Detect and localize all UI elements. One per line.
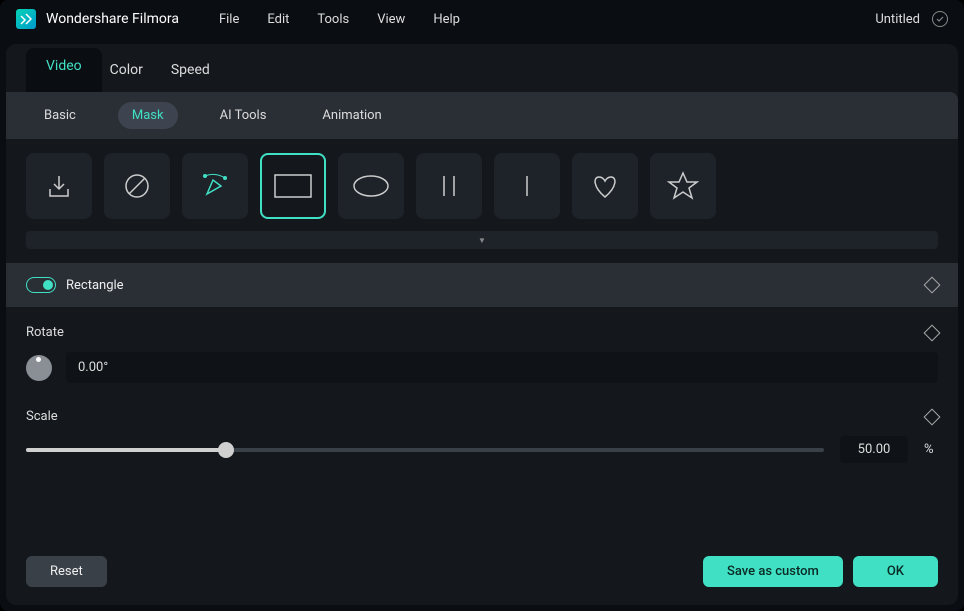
double-line-icon	[434, 171, 464, 201]
subtab-basic[interactable]: Basic	[30, 102, 90, 129]
shape-picker	[6, 139, 958, 227]
footer: Reset Save as custom OK	[6, 542, 958, 605]
scale-unit: %	[924, 442, 938, 457]
content-area: ▼ Rectangle Rotate 0.00° Sca	[6, 139, 958, 542]
mask-section-header: Rectangle	[6, 263, 958, 307]
menu-tools[interactable]: Tools	[317, 12, 349, 27]
import-icon	[44, 171, 74, 201]
document-title: Untitled	[875, 12, 920, 27]
tab-video[interactable]: Video	[26, 48, 102, 92]
shape-heart[interactable]	[572, 153, 638, 219]
shape-none[interactable]	[104, 153, 170, 219]
ellipse-icon	[351, 173, 391, 199]
subtab-ai-tools[interactable]: AI Tools	[206, 102, 281, 129]
app-logo-icon	[16, 9, 36, 29]
subtab-mask[interactable]: Mask	[118, 102, 178, 129]
rectangle-icon	[273, 173, 313, 199]
tab-color[interactable]: Color	[110, 58, 143, 82]
menu-edit[interactable]: Edit	[267, 12, 289, 27]
single-line-icon	[512, 171, 542, 201]
sub-tabs: Basic Mask AI Tools Animation	[6, 92, 958, 139]
pen-icon	[199, 170, 231, 202]
shape-pen[interactable]	[182, 153, 248, 219]
section-title: Rectangle	[66, 278, 124, 293]
rotate-label: Rotate	[26, 325, 64, 340]
heart-icon	[589, 171, 621, 201]
menu-help[interactable]: Help	[433, 12, 460, 27]
reset-button[interactable]: Reset	[26, 556, 107, 587]
sync-status-icon[interactable]	[932, 11, 948, 27]
slider-fill	[26, 448, 226, 452]
app-name: Wondershare Filmora	[46, 11, 179, 27]
shape-double-line[interactable]	[416, 153, 482, 219]
save-as-custom-button[interactable]: Save as custom	[703, 556, 843, 587]
section-toggle[interactable]	[26, 277, 56, 293]
menu-view[interactable]: View	[377, 12, 405, 27]
scale-slider[interactable]	[26, 448, 824, 452]
slider-thumb[interactable]	[218, 442, 234, 458]
shape-rectangle[interactable]	[260, 153, 326, 219]
scale-label: Scale	[26, 409, 58, 424]
menu-file[interactable]: File	[219, 12, 239, 27]
rotate-keyframe-icon[interactable]	[924, 324, 941, 341]
tab-speed[interactable]: Speed	[171, 58, 210, 82]
rotate-value-field[interactable]: 0.00°	[66, 352, 938, 383]
scale-keyframe-icon[interactable]	[924, 408, 941, 425]
shape-ellipse[interactable]	[338, 153, 404, 219]
shape-import[interactable]	[26, 153, 92, 219]
properties: Rotate 0.00° Scale 50.00	[6, 307, 958, 487]
star-icon	[667, 170, 699, 202]
chevron-down-icon: ▼	[478, 236, 486, 245]
panel: Video Color Speed Basic Mask AI Tools An…	[6, 44, 958, 605]
keyframe-icon[interactable]	[924, 277, 941, 294]
shape-star[interactable]	[650, 153, 716, 219]
main-menu: File Edit Tools View Help	[219, 12, 460, 27]
rotate-knob[interactable]	[26, 355, 52, 381]
expand-strip[interactable]: ▼	[26, 231, 938, 249]
scale-value-field[interactable]: 50.00	[840, 436, 908, 463]
none-icon	[122, 171, 152, 201]
titlebar: Wondershare Filmora File Edit Tools View…	[0, 0, 964, 38]
app-window: Wondershare Filmora File Edit Tools View…	[0, 0, 964, 611]
subtab-animation[interactable]: Animation	[308, 102, 395, 129]
top-tabs: Video Color Speed	[6, 44, 958, 92]
shape-single-line[interactable]	[494, 153, 560, 219]
ok-button[interactable]: OK	[853, 556, 938, 587]
